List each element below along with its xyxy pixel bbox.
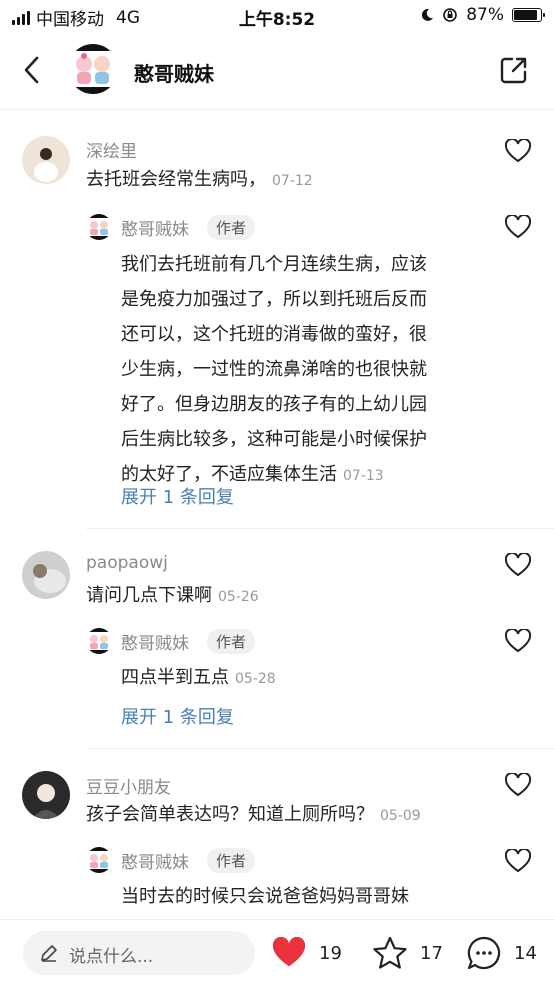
comment-date: 05-09 [380, 808, 421, 824]
divider [86, 528, 554, 529]
reply-line: 的太好了，不适应集体生活 [121, 464, 337, 485]
battery-icon [512, 8, 545, 22]
expand-replies-link[interactable]: 展开 1 条回复 [121, 483, 234, 509]
rotation-lock-icon [443, 8, 458, 22]
star-count: 17 [420, 942, 443, 964]
reply-text: 我们去托班前有几个月连续生病，应该 是免疫力加强过了，所以到托班后反而 还可以，… [121, 247, 501, 494]
header: 憨哥贼妹 [0, 32, 554, 110]
heart-icon[interactable] [505, 553, 531, 577]
reply-text: 四点半到五点 05-28 [121, 660, 276, 697]
like-button[interactable]: 19 [271, 934, 342, 972]
reply-date: 05-28 [235, 671, 276, 687]
comment-date: 05-26 [218, 589, 259, 605]
battery-percent: 87% [466, 5, 504, 25]
avatar[interactable] [86, 847, 112, 873]
author-tag: 作者 [207, 215, 256, 240]
moon-icon [422, 8, 434, 21]
comment-username[interactable]: 深绘里 [86, 137, 137, 162]
reply-date: 07-13 [343, 468, 384, 484]
reply-text: 当时去的时候只会说爸爸妈妈哥哥妹 [121, 879, 409, 914]
heart-icon[interactable] [505, 215, 531, 239]
reply-line: 当时去的时候只会说爸爸妈妈哥哥妹 [121, 886, 409, 907]
comment-count: 14 [514, 942, 537, 964]
avatar[interactable] [22, 136, 70, 184]
reply-line: 好了。但身边朋友的孩子有的上幼儿园 [121, 394, 427, 415]
comment-text-line: 孩子会简单表达吗？知道上厕所吗？ 05-09 [86, 797, 421, 834]
heart-icon[interactable] [505, 139, 531, 163]
avatar[interactable] [86, 214, 112, 240]
reply-line: 还可以，这个托班的消毒做的蛮好，很 [121, 324, 427, 345]
comment-button[interactable]: 14 [466, 934, 537, 972]
comment-input-placeholder: 说点什么... [69, 947, 154, 967]
author-tag: 作者 [207, 629, 256, 654]
reply-line: 我们去托班前有几个月连续生病，应该 [121, 254, 427, 275]
comment-input[interactable]: 说点什么... [23, 931, 255, 975]
bottom-bar: 说点什么... 19 17 14 [0, 919, 554, 985]
reply-username[interactable]: 憨哥贼妹 [121, 215, 189, 240]
reply-line: 少生病，一过性的流鼻涕啥的也很快就 [121, 359, 427, 380]
reply-username[interactable]: 憨哥贼妹 [121, 848, 189, 873]
reply-line: 后生病比较多，这种可能是小时候保护 [121, 429, 427, 450]
heart-icon[interactable] [505, 629, 531, 653]
comment-text: 去托班会经常生病吗， [86, 169, 266, 190]
star-icon [373, 936, 407, 969]
avatar[interactable] [68, 44, 118, 94]
comment-text: 请问几点下课啊 [86, 585, 212, 606]
avatar[interactable] [22, 551, 70, 599]
heart-icon[interactable] [505, 849, 531, 873]
battery-fill [514, 10, 537, 20]
like-count: 19 [319, 942, 342, 964]
page-title: 憨哥贼妹 [134, 62, 214, 86]
reply-username[interactable]: 憨哥贼妹 [121, 629, 189, 654]
heart-icon[interactable] [505, 773, 531, 797]
share-icon[interactable] [498, 54, 530, 86]
star-button[interactable]: 17 [372, 934, 443, 972]
avatar[interactable] [86, 628, 112, 654]
comment-text-line: 去托班会经常生病吗， 07-12 [86, 162, 313, 199]
reply-line: 是免疫力加强过了，所以到托班后反而 [121, 289, 427, 310]
chat-bubble-icon [467, 936, 501, 970]
status-bar: 中国移动 4G 上午8:52 87% [0, 0, 554, 32]
pen-icon [41, 945, 57, 962]
divider [86, 748, 554, 749]
author-tag: 作者 [207, 848, 256, 873]
reply-line: 四点半到五点 [121, 667, 229, 688]
comment-username[interactable]: paopaowj [86, 553, 168, 573]
back-icon[interactable] [18, 54, 46, 86]
expand-replies-link[interactable]: 展开 1 条回复 [121, 703, 234, 729]
comment-username[interactable]: 豆豆小朋友 [86, 773, 171, 798]
comment-list: 深绘里 去托班会经常生病吗， 07-12 憨哥贼妹 作者 我们去托班前有几个月连续… [0, 111, 554, 919]
avatar[interactable] [22, 771, 70, 819]
comment-text: 孩子会简单表达吗？知道上厕所吗？ [86, 804, 374, 825]
heart-filled-icon [272, 937, 306, 967]
comment-text-line: 请问几点下课啊 05-26 [86, 578, 259, 615]
comment-date: 07-12 [272, 173, 313, 189]
